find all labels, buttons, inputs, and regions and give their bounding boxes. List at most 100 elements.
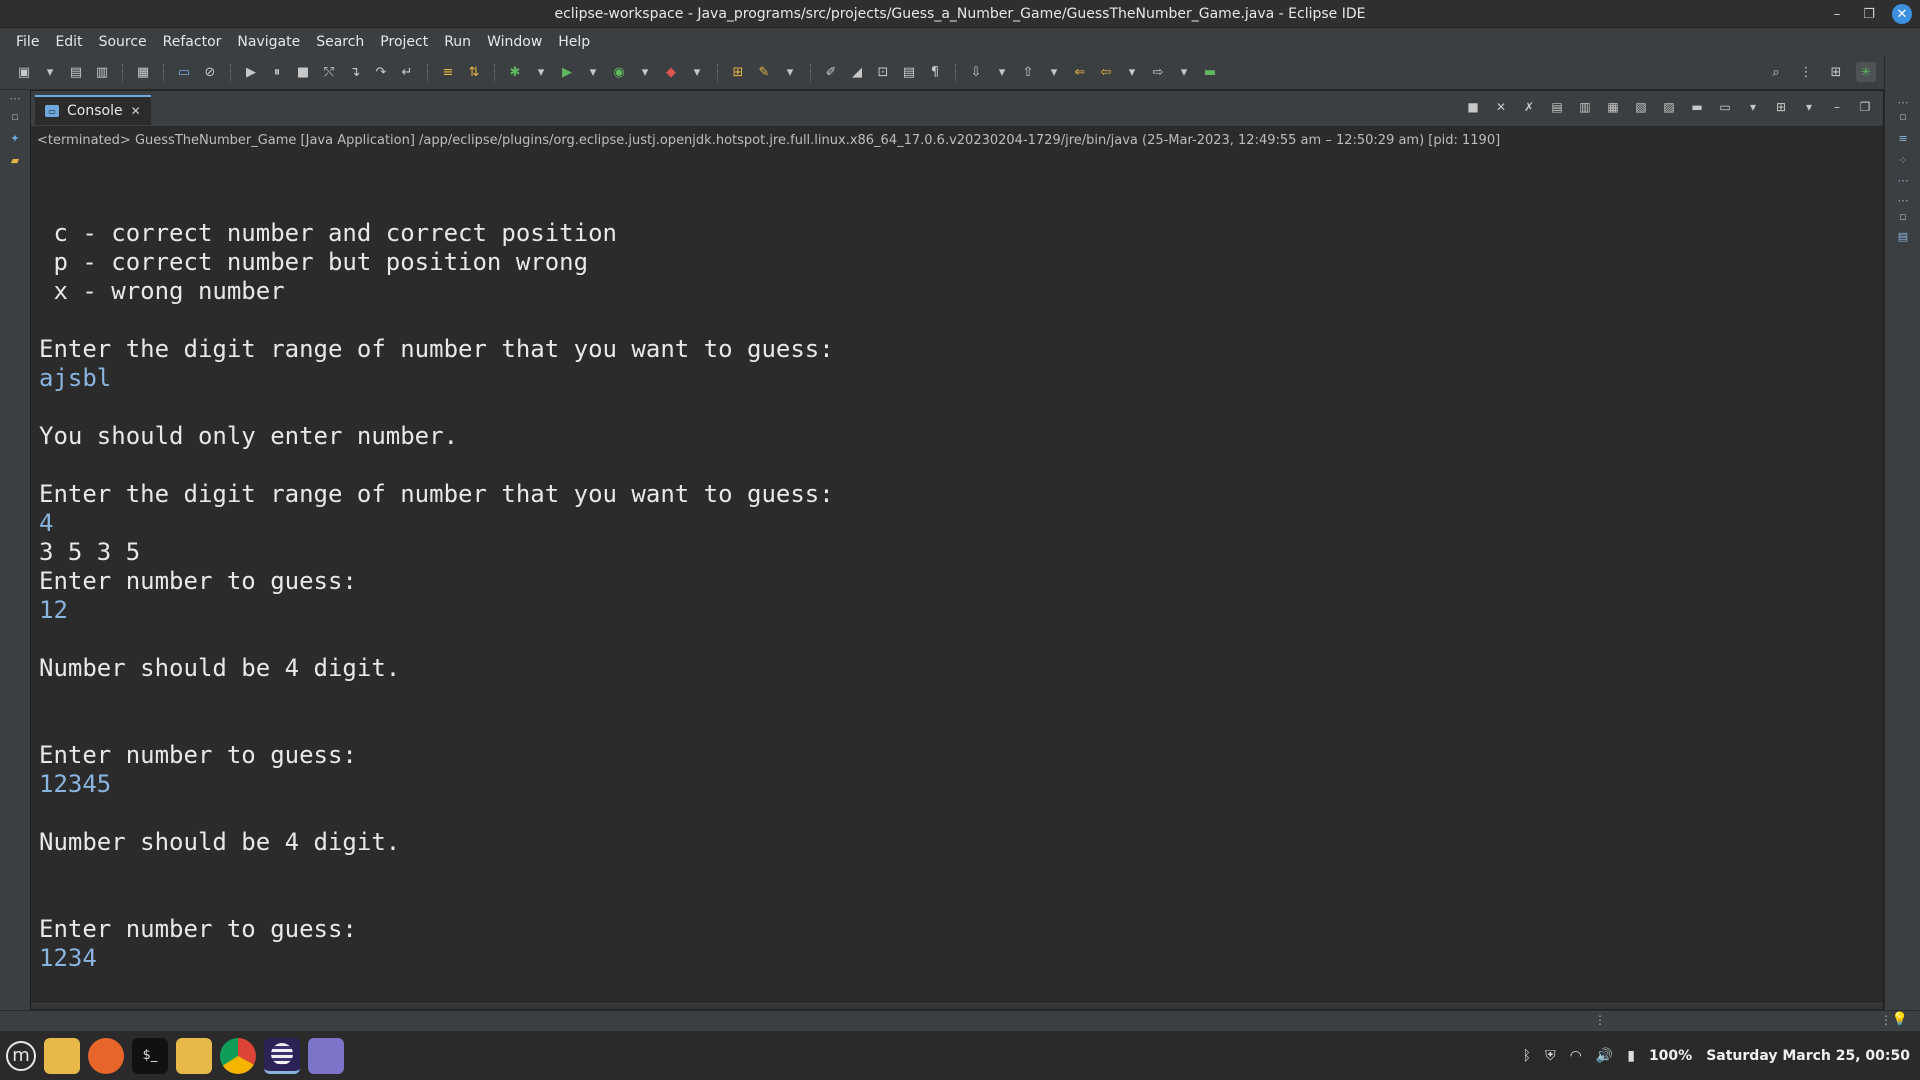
display-console-icon[interactable]: ▭: [1715, 97, 1735, 117]
open-console-icon[interactable]: ⊞: [1771, 97, 1791, 117]
terminal-view-icon[interactable]: ▭: [174, 63, 194, 83]
search-icon[interactable]: ⌕: [1766, 62, 1786, 82]
annotation-icon[interactable]: ✐: [821, 63, 841, 83]
maximize-icon[interactable]: ❐: [1860, 5, 1878, 23]
last-edit-location-icon[interactable]: ⇐: [1070, 63, 1090, 83]
restore-icon[interactable]: ▫: [8, 110, 22, 124]
menu-edit[interactable]: Edit: [47, 28, 90, 56]
suspend-icon[interactable]: ⏸: [267, 63, 287, 83]
use-step-filters-icon[interactable]: ⇅: [464, 63, 484, 83]
firefox-icon[interactable]: [88, 1037, 124, 1074]
scroll-lock-icon[interactable]: ▥: [1575, 97, 1595, 117]
remove-launch-icon[interactable]: ✕: [1491, 97, 1511, 117]
outline-view-icon[interactable]: ⋯: [1895, 174, 1911, 188]
debug-dropdown-icon[interactable]: ▾: [531, 63, 551, 83]
resume-icon[interactable]: ▶: [241, 63, 261, 83]
menu-window[interactable]: Window: [479, 28, 550, 56]
terminate-icon[interactable]: ■: [1463, 97, 1483, 117]
open-type-icon[interactable]: ⊞: [728, 63, 748, 83]
text-editor-icon[interactable]: [308, 1037, 344, 1074]
display-console-dropdown-icon[interactable]: ▾: [1743, 97, 1763, 117]
word-wrap-icon[interactable]: ▦: [1603, 97, 1623, 117]
menu-source[interactable]: Source: [91, 28, 155, 56]
block-selection-icon[interactable]: ⊡: [873, 63, 893, 83]
new-icon[interactable]: ▣: [14, 63, 34, 83]
coverage-dropdown-icon[interactable]: ▾: [635, 63, 655, 83]
minimize-view-icon[interactable]: –: [1827, 97, 1847, 117]
restore-icon[interactable]: ▫: [1895, 210, 1911, 224]
coverage-icon[interactable]: ◉: [609, 63, 629, 83]
step-into-icon[interactable]: ↴: [345, 63, 365, 83]
lightbulb-icon[interactable]: 💡: [1892, 1012, 1908, 1027]
chrome-icon[interactable]: [220, 1037, 256, 1074]
menu-refactor[interactable]: Refactor: [155, 28, 230, 56]
forward-dropdown-icon[interactable]: ▾: [1174, 63, 1194, 83]
drop-to-frame-icon[interactable]: ≡: [438, 63, 458, 83]
next-annotation-dropdown-icon[interactable]: ▾: [992, 63, 1012, 83]
prev-annotation-dropdown-icon[interactable]: ▾: [1044, 63, 1064, 83]
pin-editor-icon[interactable]: ▬: [1200, 63, 1220, 83]
back-icon[interactable]: ⇦: [1096, 63, 1116, 83]
menu-run[interactable]: Run: [436, 28, 479, 56]
tab-console[interactable]: ▭ Console ✕: [35, 95, 151, 125]
pin-console-icon[interactable]: ▬: [1687, 97, 1707, 117]
maximize-view-icon[interactable]: ❐: [1855, 97, 1875, 117]
bluetooth-icon[interactable]: ᛒ: [1523, 1048, 1531, 1064]
terminal-icon[interactable]: $_: [132, 1037, 168, 1074]
show-on-stderr-icon[interactable]: ▨: [1659, 97, 1679, 117]
open-task-icon[interactable]: ✎: [754, 63, 774, 83]
horizontal-scrollbar[interactable]: [31, 1001, 1883, 1009]
minimize-icon[interactable]: –: [1828, 5, 1846, 23]
folder-icon[interactable]: [44, 1037, 80, 1074]
terminate-icon[interactable]: ■: [293, 63, 313, 83]
forward-icon[interactable]: ⇨: [1148, 63, 1168, 83]
task-dropdown-icon[interactable]: ▾: [780, 63, 800, 83]
menu-file[interactable]: File: [8, 28, 47, 56]
task-list-icon[interactable]: ▤: [1895, 230, 1911, 244]
clear-console-icon[interactable]: ▤: [1547, 97, 1567, 117]
remove-all-terminated-icon[interactable]: ✗: [1519, 97, 1539, 117]
mark-occurrences-icon[interactable]: ◢: [847, 63, 867, 83]
eclipse-icon[interactable]: [264, 1037, 300, 1074]
step-return-icon[interactable]: ↵: [397, 63, 417, 83]
menu-help[interactable]: Help: [550, 28, 598, 56]
save-icon[interactable]: ▤: [66, 63, 86, 83]
print-icon[interactable]: ▦: [133, 63, 153, 83]
dropdown-icon[interactable]: ▾: [40, 63, 60, 83]
word-wrap-icon[interactable]: ▤: [899, 63, 919, 83]
java-perspective-icon[interactable]: ✳: [1856, 62, 1876, 82]
package-explorer-icon[interactable]: ✦: [8, 132, 22, 146]
clock[interactable]: Saturday March 25, 00:50: [1706, 1048, 1910, 1064]
external-tools-dropdown-icon[interactable]: ▾: [687, 63, 707, 83]
next-annotation-icon[interactable]: ⇩: [966, 63, 986, 83]
files-icon[interactable]: [176, 1037, 212, 1074]
outline-icon[interactable]: ≡: [1895, 132, 1911, 146]
show-whitespace-icon[interactable]: ¶: [925, 63, 945, 83]
open-perspective-icon[interactable]: ⊞: [1826, 62, 1846, 82]
disconnect-icon[interactable]: ⤲: [319, 63, 339, 83]
close-tab-icon[interactable]: ✕: [131, 104, 141, 118]
mint-menu-icon[interactable]: m: [6, 1040, 36, 1071]
prev-annotation-icon[interactable]: ⇧: [1018, 63, 1038, 83]
debug-icon[interactable]: ✱: [505, 63, 525, 83]
step-over-icon[interactable]: ↷: [371, 63, 391, 83]
external-tools-icon[interactable]: ◆: [661, 63, 681, 83]
open-console-dropdown-icon[interactable]: ▾: [1799, 97, 1819, 117]
hierarchy-icon[interactable]: ⁘: [1895, 154, 1911, 168]
restore-icon[interactable]: ▫: [1895, 110, 1911, 124]
menu-navigate[interactable]: Navigate: [229, 28, 308, 56]
back-dropdown-icon[interactable]: ▾: [1122, 63, 1142, 83]
project-explorer-icon[interactable]: ▰: [8, 154, 22, 168]
menu-project[interactable]: Project: [372, 28, 436, 56]
wifi-icon[interactable]: ◠: [1570, 1048, 1582, 1064]
run-icon[interactable]: ▶: [557, 63, 577, 83]
shield-icon[interactable]: ⛨: [1545, 1048, 1556, 1064]
volume-icon[interactable]: 🔊: [1596, 1048, 1613, 1064]
close-icon[interactable]: ✕: [1892, 4, 1912, 24]
menu-search[interactable]: Search: [308, 28, 372, 56]
skip-breakpoints-icon[interactable]: ⊘: [200, 63, 220, 83]
console-output[interactable]: c - correct number and correct position …: [39, 161, 1869, 981]
battery-icon[interactable]: ▮: [1627, 1048, 1635, 1064]
show-on-stdout-icon[interactable]: ▧: [1631, 97, 1651, 117]
run-dropdown-icon[interactable]: ▾: [583, 63, 603, 83]
